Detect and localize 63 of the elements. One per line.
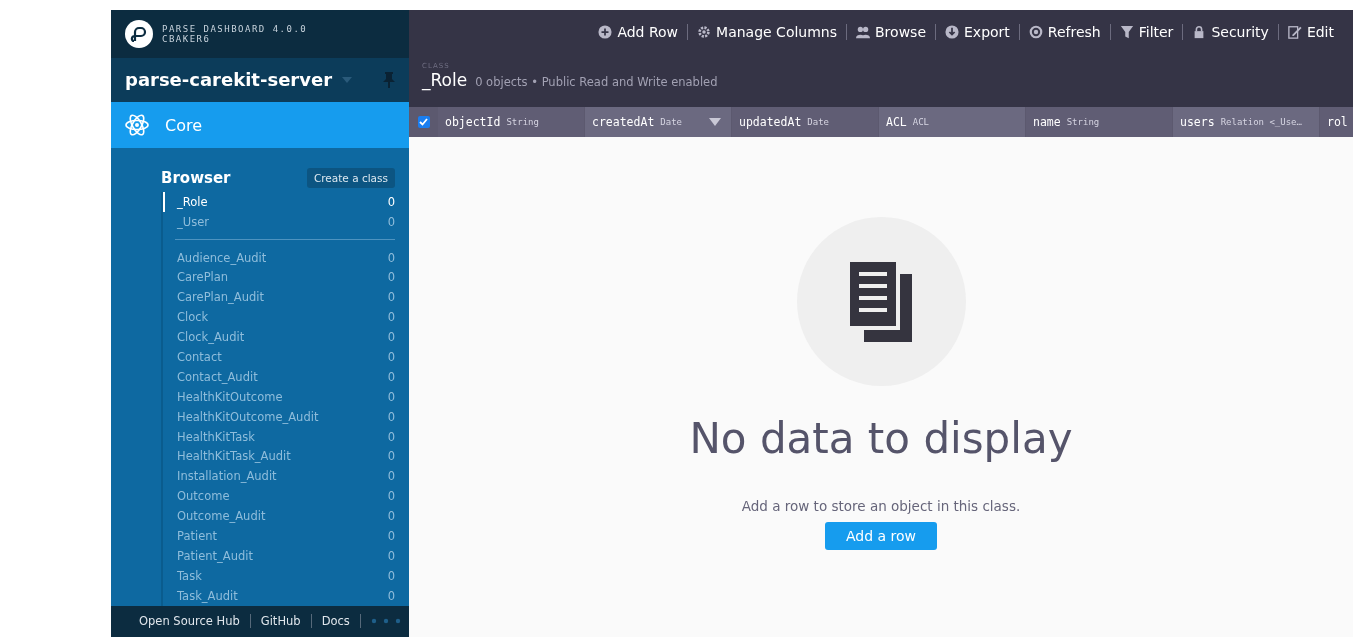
parse-logo-icon: [125, 19, 153, 48]
footer-link[interactable]: GitHub: [250, 614, 312, 629]
user-name: CBAKER6: [162, 33, 212, 44]
pin-icon[interactable]: [383, 71, 395, 88]
class-details: 0 objects • Public Read and Write enabled: [475, 75, 718, 89]
class-list-item[interactable]: HealthKitOutcome 0: [163, 386, 395, 407]
toolbar-button[interactable]: Browse: [846, 24, 935, 40]
column-header[interactable]: users Relation <_Use…: [1173, 107, 1319, 137]
core-nav-item[interactable]: Core: [111, 102, 409, 148]
toolbar-button[interactable]: Add Row: [589, 24, 688, 40]
column-header[interactable]: rol: [1320, 107, 1353, 137]
class-list-item[interactable]: Patient_Audit 0: [163, 545, 395, 566]
plus-icon: [598, 25, 613, 39]
add-row-button[interactable]: Add a row: [824, 522, 938, 550]
class-list-item[interactable]: Audience_Audit 0: [163, 247, 395, 268]
class-list-item[interactable]: HealthKitTask_Audit 0: [163, 446, 395, 467]
caret-icon[interactable]: [342, 76, 353, 83]
documents-icon: [850, 261, 912, 342]
class-list-item[interactable]: HealthKitTask 0: [163, 426, 395, 447]
toolbar-button[interactable]: Edit: [1277, 24, 1343, 40]
filter-icon: [1119, 25, 1134, 39]
toolbar-button[interactable]: Export: [935, 24, 1019, 40]
footer-link[interactable]: Docs: [311, 614, 361, 629]
toolbar-button[interactable]: Manage Columns: [687, 24, 846, 40]
class-list-item[interactable]: Contact_Audit 0: [163, 366, 395, 387]
empty-state-title: No data to display: [689, 414, 1073, 463]
empty-state-message: Add a row to store an object in this class.: [741, 498, 1021, 514]
column-header[interactable]: updatedAt Date: [732, 107, 878, 137]
footer-link[interactable]: Open Source Hub: [139, 614, 251, 629]
column-header[interactable]: createdAt Date: [585, 107, 731, 137]
edit-icon: [1287, 25, 1302, 39]
toolbar-button[interactable]: Refresh: [1018, 24, 1110, 40]
column-header[interactable]: name String: [1026, 107, 1172, 137]
class-list-item[interactable]: Task_Audit 0: [163, 585, 395, 606]
toolbar-button[interactable]: Filter: [1109, 24, 1183, 40]
column-header[interactable]: ACL ACL: [879, 107, 1025, 137]
download-icon: [945, 25, 959, 39]
class-list-item[interactable]: Clock 0: [163, 307, 395, 328]
browser-heading: Browser: [161, 168, 231, 187]
atom-icon: [125, 113, 149, 137]
class-list-item[interactable]: HealthKitOutcome_Audit 0: [163, 406, 395, 427]
class-list-item[interactable]: Outcome_Audit 0: [163, 506, 395, 527]
class-list-item[interactable]: _User 0: [163, 211, 395, 232]
class-list-item[interactable]: Clock_Audit 0: [163, 327, 395, 348]
refresh-icon: [1028, 25, 1043, 39]
more-icon[interactable]: [370, 618, 401, 625]
toolbar-button[interactable]: Security: [1182, 24, 1278, 40]
class-list-item[interactable]: CarePlan_Audit 0: [163, 287, 395, 308]
class-list-item[interactable]: Installation_Audit 0: [163, 466, 395, 487]
class-list-item[interactable]: Task 0: [163, 565, 395, 586]
class-list-item[interactable]: Patient 0: [163, 526, 395, 546]
column-header[interactable]: objectId String: [438, 107, 584, 137]
class-list-item[interactable]: Outcome 0: [163, 486, 395, 507]
class-list-item[interactable]: Contact 0: [163, 347, 395, 367]
settings-icon: [697, 25, 712, 39]
class-list-item[interactable]: CarePlan 0: [163, 267, 395, 288]
class-name: _Role: [422, 70, 468, 90]
sort-descending-icon[interactable]: [709, 118, 721, 126]
class-list-item[interactable]: _Role 0: [163, 191, 395, 212]
select-all-checkbox[interactable]: [417, 116, 430, 128]
dashboard-version: PARSE DASHBOARD 4.0.0: [162, 23, 308, 34]
people-icon: [856, 25, 870, 39]
create-class-button[interactable]: Create a class: [306, 167, 395, 188]
